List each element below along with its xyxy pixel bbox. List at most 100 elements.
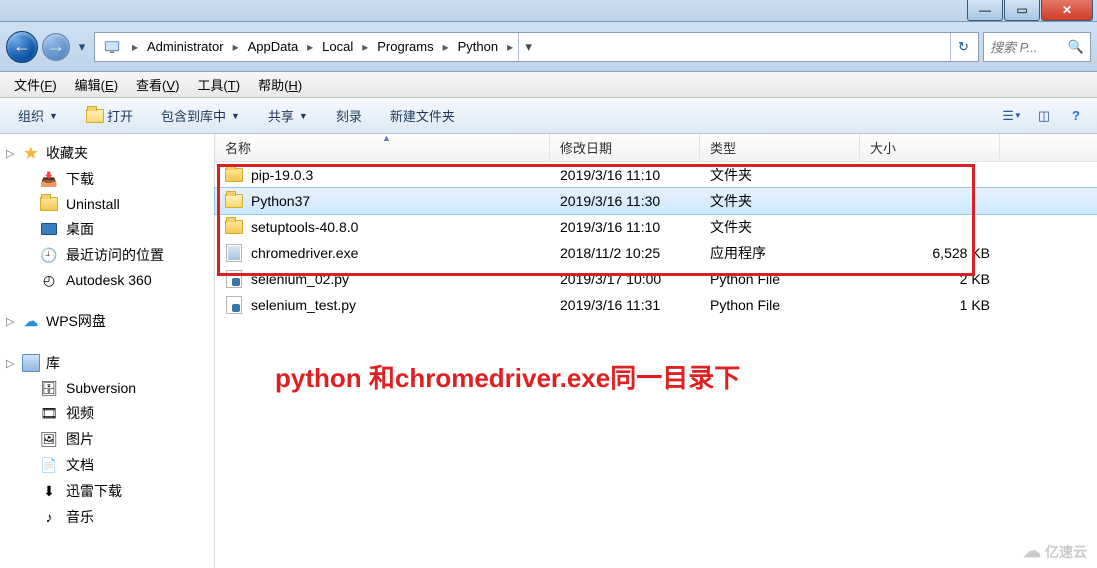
sidebar-item-downloads[interactable]: 📥下载	[0, 166, 214, 192]
file-icon	[225, 270, 243, 288]
file-type: Python File	[700, 297, 860, 313]
open-button[interactable]: 打开	[78, 103, 141, 128]
file-name: pip-19.0.3	[251, 167, 313, 183]
breadcrumb-seg-local[interactable]: Local	[318, 39, 357, 54]
file-date: 2019/3/17 10:00	[550, 271, 700, 287]
sidebar-item-recent[interactable]: 🕘最近访问的位置	[0, 242, 214, 268]
menu-edit[interactable]: 编辑(E)	[67, 73, 126, 96]
table-row[interactable]: chromedriver.exe2018/11/2 10:25应用程序6,528…	[215, 240, 1097, 266]
toolbar: 组织 ▼ 打开 包含到库中 ▼ 共享 ▼ 刻录 新建文件夹 ☰ ▼ ◫ ?	[0, 98, 1097, 134]
breadcrumb-sep-icon[interactable]: ▸	[438, 40, 454, 54]
collapse-icon[interactable]: ▷	[6, 315, 14, 328]
share-button[interactable]: 共享 ▼	[260, 103, 316, 128]
file-size: 6,528 KB	[860, 245, 1000, 261]
file-icon	[225, 296, 243, 314]
file-type: Python File	[700, 271, 860, 287]
burn-button[interactable]: 刻录	[328, 103, 370, 128]
file-icon	[225, 192, 243, 210]
maximize-button[interactable]: ▭	[1004, 0, 1040, 21]
search-icon[interactable]: 🔍	[1068, 39, 1084, 55]
file-size: 2 KB	[860, 271, 1000, 287]
forward-button[interactable]: →	[42, 33, 70, 61]
sidebar-wps: ▷ ☁ WPS网盘	[0, 308, 214, 334]
menubar: 文件(F) 编辑(E) 查看(V) 工具(T) 帮助(H)	[0, 72, 1097, 98]
sidebar-item-documents[interactable]: 📄文档	[0, 452, 214, 478]
file-name: selenium_test.py	[251, 297, 356, 313]
minimize-button[interactable]: —	[967, 0, 1003, 21]
sidebar-item-pictures[interactable]: 🖼图片	[0, 426, 214, 452]
table-row[interactable]: setuptools-40.8.02019/3/16 11:10文件夹	[215, 214, 1097, 240]
file-icon	[225, 244, 243, 262]
folder-icon	[40, 195, 58, 213]
table-row[interactable]: selenium_02.py2019/3/17 10:00Python File…	[215, 266, 1097, 292]
downloads-icon: 📥	[40, 170, 58, 188]
annotation-text: python 和chromedriver.exe同一目录下	[275, 358, 740, 395]
back-button[interactable]: ←	[6, 31, 38, 63]
breadcrumb-seg-appdata[interactable]: AppData	[244, 39, 303, 54]
file-date: 2018/11/2 10:25	[550, 245, 700, 261]
sidebar-head-favorites[interactable]: ▷ ★ 收藏夹	[0, 140, 214, 166]
sidebar-head-libraries[interactable]: ▷ 库	[0, 350, 214, 376]
table-row[interactable]: pip-19.0.32019/3/16 11:10文件夹	[215, 162, 1097, 188]
sidebar-item-desktop[interactable]: 桌面	[0, 216, 214, 242]
breadcrumb-sep-icon[interactable]: ▸	[502, 40, 518, 54]
breadcrumb-sep-icon[interactable]: ▸	[302, 40, 318, 54]
col-name[interactable]: 名称▲	[215, 134, 550, 161]
file-type: 应用程序	[700, 243, 860, 263]
history-dropdown[interactable]: ▾	[74, 32, 90, 62]
sidebar-item-subversion[interactable]: 🗄Subversion	[0, 376, 214, 400]
view-mode-button[interactable]: ☰ ▼	[1001, 105, 1023, 127]
sidebar-item-videos[interactable]: 🎞视频	[0, 400, 214, 426]
breadcrumb-seg-python[interactable]: Python	[454, 39, 502, 54]
svn-icon: 🗄	[40, 379, 58, 397]
breadcrumb-seg-admin[interactable]: Administrator	[143, 39, 228, 54]
breadcrumb[interactable]: ▸ Administrator ▸ AppData ▸ Local ▸ Prog…	[94, 32, 979, 62]
sidebar-item-music[interactable]: ♪音乐	[0, 504, 214, 530]
breadcrumb-sep-icon[interactable]: ▸	[228, 40, 244, 54]
refresh-button[interactable]: ↻	[950, 33, 976, 61]
new-folder-button[interactable]: 新建文件夹	[382, 103, 463, 128]
col-date[interactable]: 修改日期	[550, 134, 700, 161]
computer-icon[interactable]	[101, 36, 123, 58]
star-icon: ★	[22, 144, 40, 162]
menu-tools[interactable]: 工具(T)	[189, 73, 248, 96]
sidebar-head-wps[interactable]: ▷ ☁ WPS网盘	[0, 308, 214, 334]
search-placeholder: 搜索 P...	[990, 37, 1037, 56]
table-row[interactable]: selenium_test.py2019/3/16 11:31Python Fi…	[215, 292, 1097, 318]
breadcrumb-sep-icon[interactable]: ▸	[127, 40, 143, 54]
collapse-icon[interactable]: ▷	[6, 147, 14, 160]
file-name: setuptools-40.8.0	[251, 219, 358, 235]
sidebar-item-autodesk[interactable]: ◴Autodesk 360	[0, 268, 214, 292]
menu-view[interactable]: 查看(V)	[128, 73, 187, 96]
menu-help[interactable]: 帮助(H)	[250, 73, 310, 96]
documents-icon: 📄	[40, 456, 58, 474]
include-library-button[interactable]: 包含到库中 ▼	[153, 103, 248, 128]
file-date: 2019/3/16 11:30	[550, 193, 700, 209]
help-button[interactable]: ?	[1065, 105, 1087, 127]
collapse-icon[interactable]: ▷	[6, 357, 14, 370]
watermark: ☁ 亿速云	[1023, 541, 1087, 562]
col-type[interactable]: 类型	[700, 134, 860, 161]
search-input[interactable]: 搜索 P... 🔍	[983, 32, 1091, 62]
file-name: Python37	[251, 193, 310, 209]
file-type: 文件夹	[700, 191, 860, 211]
table-row[interactable]: Python37 2019/3/16 11:30文件夹	[215, 188, 1097, 214]
breadcrumb-sep-icon[interactable]: ▸	[357, 40, 373, 54]
preview-pane-button[interactable]: ◫	[1033, 105, 1055, 127]
file-icon	[225, 218, 243, 236]
organize-button[interactable]: 组织 ▼	[10, 103, 66, 128]
autodesk-icon: ◴	[40, 271, 58, 289]
menu-file[interactable]: 文件(F)	[6, 73, 65, 96]
column-headers: 名称▲ 修改日期 类型 大小	[215, 134, 1097, 162]
sidebar-item-xunlei[interactable]: ⬇迅雷下载	[0, 478, 214, 504]
titlebar	[0, 0, 1097, 22]
close-button[interactable]: ✕	[1041, 0, 1093, 21]
sort-asc-icon: ▲	[382, 133, 391, 143]
col-size[interactable]: 大小	[860, 134, 1000, 161]
nav-row: ← → ▾ ▸ Administrator ▸ AppData ▸ Local …	[0, 22, 1097, 72]
sidebar-item-uninstall[interactable]: Uninstall	[0, 192, 214, 216]
breadcrumb-expand-icon[interactable]: ▾	[518, 33, 538, 61]
breadcrumb-seg-programs[interactable]: Programs	[373, 39, 437, 54]
video-icon: 🎞	[40, 404, 58, 422]
sidebar-favorites: ▷ ★ 收藏夹 📥下载 Uninstall 桌面 🕘最近访问的位置 ◴Autod…	[0, 140, 214, 292]
